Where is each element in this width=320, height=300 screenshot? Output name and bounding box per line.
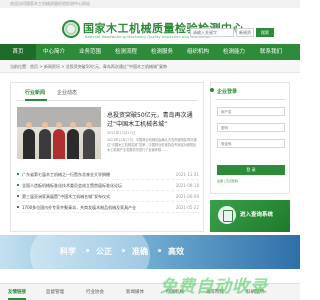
breadcrumb-text: 当前位置：首页 > 新闻资讯 > 总投资突破50亿元，青岛再次通过“中国木工机械… (10, 64, 168, 69)
nav-item-contact[interactable]: 联系我们 (252, 44, 290, 60)
password-field[interactable] (217, 123, 285, 132)
bullet-icon (17, 184, 19, 186)
slogan-word: 公正 (96, 247, 112, 256)
news-date: 2021-09-18 (175, 182, 199, 188)
watermark-text: 免费自动收录 (160, 277, 268, 297)
news-date: 2021-06-09 (175, 193, 199, 199)
nav-item-organization[interactable]: 组织机构 (180, 44, 216, 60)
tab-friend-links[interactable]: 友情链接 (8, 289, 26, 295)
captcha-field[interactable] (217, 139, 285, 148)
news-date: 2021-05-22 (175, 204, 199, 210)
top-bar: 欢迎访问国家木工机械质量检验检测中心网站 (0, 0, 300, 8)
news-title[interactable]: 1700多位国内外专家齐聚青岛，共商发展木制品机械及家具产业 (22, 205, 162, 211)
list-item[interactable]: 第三届亚洲家具展暨“中国木工机械名城”发布仪式 2021-06-09 (17, 191, 199, 202)
headline-photo[interactable] (17, 107, 101, 159)
search-button[interactable]: 搜索 (256, 28, 274, 37)
username-field[interactable] (217, 107, 285, 116)
tab-media[interactable]: 新闻媒体 (126, 289, 144, 295)
slogan-word: 高效 (168, 247, 184, 256)
watermark: 免费自动收录 (150, 270, 300, 300)
list-item[interactable]: 1700多位国内外专家齐聚青岛，共商发展木制品机械及家具产业 2021-05-2… (17, 202, 199, 213)
list-item[interactable]: 全国人造板机械标准化技术委员会成立暨首届标准化论坛 2021-09-18 (17, 180, 199, 191)
slogan-word: 科学 (60, 247, 76, 256)
headline-summary: 2021年12月27日，中国林业机械协会确认青岛市城阳区再次通过“中国木工机械名… (107, 138, 197, 152)
nav-item-home[interactable]: 首页 (0, 44, 36, 60)
news-date: 2021-11-21 (175, 171, 199, 177)
query-system-banner[interactable]: 进入查询系统 (210, 200, 290, 232)
login-user-icon (210, 88, 214, 92)
nav-item-about[interactable]: 中心简介 (36, 44, 72, 60)
tab-supervision[interactable]: 监督管理 (46, 289, 64, 295)
login-header: 企业登录 (217, 89, 238, 95)
news-list: 广东省第七届木工机械之一行暨东北林业大学捐赠 2021-11-21 全国人造板机… (17, 169, 199, 213)
welcome-text: 欢迎访问国家木工机械质量检验检测中心网站 (10, 1, 90, 6)
headline-title[interactable]: 总投资突破50亿元，青岛再次通过“中国木工机械名城” (107, 111, 199, 129)
news-panel: 行业新闻 企业动态 总投资突破50亿元，青岛再次通过“中国木工机械名城” 202… (10, 82, 204, 232)
main-nav: 首页 中心简介 业务范围 检测流程 检测服务 组织机构 检测能力 联系我们 (0, 44, 300, 60)
tab-industry-news[interactable]: 行业新闻 (25, 89, 45, 96)
news-title[interactable]: 全国人造板机械标准化技术委员会成立暨首届标准化论坛 (22, 183, 162, 189)
tab-associations[interactable]: 行业协会 (86, 289, 104, 295)
nav-item-process[interactable]: 检测流程 (108, 44, 144, 60)
login-box: 企业登录 登 录 注册 | 忘记密码 (210, 82, 290, 194)
document-icon (218, 206, 236, 224)
login-links[interactable]: 注册 | 忘记密码 (217, 179, 238, 183)
nav-item-business[interactable]: 业务范围 (72, 44, 108, 60)
site-header: 国家木工机械质量检验检测中心 National Woodworking Mach… (0, 8, 300, 44)
slogan-word: 准确 (132, 247, 148, 256)
search-scope-select[interactable]: 新闻资 (236, 28, 254, 37)
search-input[interactable] (190, 28, 234, 37)
site-logo-icon[interactable] (62, 20, 80, 38)
login-divider (215, 99, 285, 100)
nav-item-capability[interactable]: 检测能力 (216, 44, 252, 60)
login-button[interactable]: 登 录 (217, 165, 285, 175)
breadcrumb: 当前位置：首页 > 新闻资讯 > 总投资突破50亿元，青岛再次通过“中国木工机械… (0, 60, 300, 73)
bullet-icon (17, 195, 19, 197)
news-title[interactable]: 广东省第七届木工机械之一行暨东北林业大学捐赠 (22, 172, 162, 178)
slogan-banner: 科学 公正 准确 高效 (0, 235, 300, 269)
tab-company-news[interactable]: 企业动态 (57, 89, 77, 96)
nav-item-service[interactable]: 检测服务 (144, 44, 180, 60)
bullet-icon (17, 173, 19, 175)
headline-date: 2021年12月27日 (107, 131, 136, 135)
side-panel: 企业登录 登 录 注册 | 忘记密码 进入查询系统 (210, 82, 290, 232)
news-title[interactable]: 第三届亚洲家具展暨“中国木工机械名城”发布仪式 (22, 194, 162, 200)
list-item[interactable]: 广东省第七届木工机械之一行暨东北林业大学捐赠 2021-11-21 (17, 169, 199, 180)
query-system-label: 进入查询系统 (240, 212, 274, 218)
active-tab-underline (25, 99, 47, 101)
bullet-icon (17, 206, 19, 208)
